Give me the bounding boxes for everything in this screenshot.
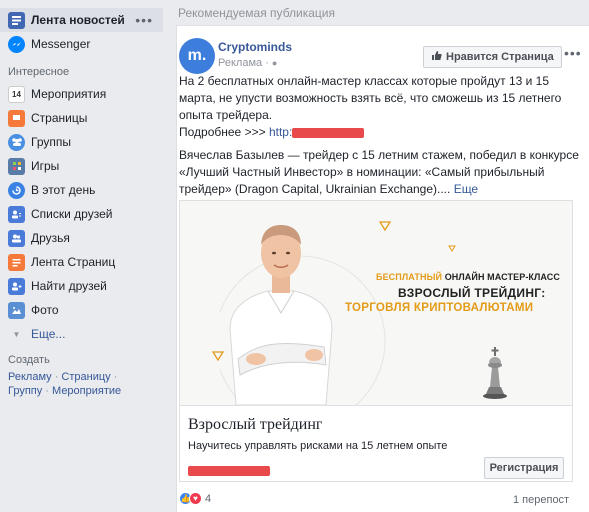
sidebar-item-label: Messenger [31, 37, 91, 51]
more-options-icon[interactable]: ••• [135, 12, 153, 28]
triangle-decoration-icon [379, 221, 391, 231]
sidebar-item-label: Фото [31, 303, 59, 317]
groups-icon [8, 133, 25, 151]
left-sidebar: Лента новостей ••• Messenger Интересное … [0, 0, 163, 512]
chess-king-icon [483, 347, 507, 399]
messenger-icon [8, 35, 25, 53]
sidebar-item-label: Лента Страниц [31, 255, 116, 269]
promo-subtitle: ТОРГОВЛЯ КРИПТОВАЛЮТАМИ [345, 302, 534, 314]
section-title-interesting: Интересное [8, 66, 70, 78]
find-friends-icon [8, 277, 25, 295]
sidebar-item-label: Лента новостей [31, 13, 125, 27]
card-title[interactable]: Взрослый трейдинг [188, 416, 322, 434]
chevron-down-icon: ▼ [12, 329, 21, 339]
reactions-summary[interactable]: 👍 ♥ 4 [179, 492, 211, 505]
post-link[interactable]: http: [268, 125, 365, 139]
like-page-label: Нравится Страница [446, 51, 554, 63]
card-description: Научитесь управлять рисками на 15 летнем… [188, 440, 448, 452]
sidebar-item-label: Страницы [31, 111, 88, 125]
sidebar-item-more[interactable]: ▼ Еще... [0, 322, 163, 346]
news-feed-icon [8, 11, 25, 29]
promo-image[interactable]: БЕСПЛАТНЫЙ ОНЛАЙН МАСТЕР-КЛАСС ВЗРОСЛЫЙ … [180, 201, 572, 405]
on-this-day-icon [8, 181, 25, 199]
photo-icon [8, 301, 25, 319]
card-info: Взрослый трейдинг Научитесь управлять ри… [180, 405, 572, 481]
friends-icon [8, 229, 25, 247]
promo-free-orange: БЕСПЛАТНЫЙ [376, 272, 443, 282]
feed-header: Рекомендуемая публикация [176, 0, 589, 26]
see-more-link[interactable]: Еще [454, 182, 478, 196]
sidebar-item-label: Списки друзей [31, 207, 113, 221]
calendar-icon: 14 [8, 85, 25, 103]
create-group-link[interactable]: Группу [8, 385, 42, 397]
sidebar-item-label: Мероприятия [31, 87, 107, 101]
create-page-link[interactable]: Страницу [61, 371, 110, 383]
create-links: Рекламу · Страницу · Группу · Мероприяти… [8, 371, 122, 397]
sidebar-item-label: Друзья [31, 231, 70, 245]
post-text-1-body: На 2 бесплатных онлайн-мастер классах ко… [179, 74, 562, 122]
register-button[interactable]: Регистрация [484, 457, 564, 479]
sidebar-item-messenger[interactable]: Messenger [0, 32, 163, 56]
sponsored-label: Реклама · ● [218, 57, 277, 69]
sidebar-item-on-this-day[interactable]: В этот день [0, 178, 163, 202]
page-avatar[interactable]: m. [179, 38, 215, 74]
sidebar-item-label: Игры [31, 159, 60, 173]
post-options-icon[interactable]: ••• [564, 45, 582, 61]
redacted-domain [188, 463, 270, 477]
sponsored-text: Реклама · [218, 57, 272, 69]
news-feed: Рекомендуемая публикация m. Cryptominds … [176, 0, 589, 512]
more-prefix: Подробнее >>> [179, 125, 269, 139]
reaction-count: 4 [205, 492, 212, 505]
flag-icon [8, 109, 25, 127]
promo-free-label: БЕСПЛАТНЫЙ ОНЛАЙН МАСТЕР-КЛАСС [376, 272, 560, 282]
sidebar-item-find-friends[interactable]: Найти друзей [0, 274, 163, 298]
sponsored-post: m. Cryptominds Реклама · ● Нравится Стра… [176, 26, 589, 512]
games-icon [8, 157, 25, 175]
sidebar-item-friends[interactable]: Друзья [0, 226, 163, 250]
like-page-button[interactable]: Нравится Страница [423, 46, 562, 68]
post-text-1: На 2 бесплатных онлайн-мастер классах ко… [179, 73, 579, 141]
love-reaction-icon: ♥ [189, 492, 202, 505]
sidebar-item-groups[interactable]: Группы [0, 130, 163, 154]
create-ad-link[interactable]: Рекламу [8, 371, 52, 383]
sidebar-item-news-feed[interactable]: Лента новостей ••• [0, 8, 163, 32]
triangle-decoration-icon [448, 245, 456, 252]
link-attachment-card[interactable]: БЕСПЛАТНЫЙ ОНЛАЙН МАСТЕР-КЛАСС ВЗРОСЛЫЙ … [179, 200, 573, 482]
sidebar-item-label: Группы [31, 135, 71, 149]
post-link-prefix: http: [268, 125, 293, 139]
sidebar-item-events[interactable]: 14 Мероприятия [0, 82, 163, 106]
sidebar-item-pages-feed[interactable]: Лента Страниц [0, 250, 163, 274]
pages-feed-icon [8, 253, 25, 271]
post-text-2-body: Вячеслав Базылев — трейдер с 15 летним с… [179, 148, 579, 196]
promo-free-rest: ОНЛАЙН МАСТЕР-КЛАСС [442, 272, 561, 282]
friend-lists-icon [8, 205, 25, 223]
sidebar-item-friend-lists[interactable]: Списки друзей [0, 202, 163, 226]
redacted-url [292, 127, 365, 138]
sidebar-item-pages[interactable]: Страницы [0, 106, 163, 130]
sidebar-item-games[interactable]: Игры [0, 154, 163, 178]
globe-icon: ● [271, 58, 278, 68]
sidebar-item-label: В этот день [31, 183, 96, 197]
promo-title: ВЗРОСЛЫЙ ТРЕЙДИНГ: [398, 286, 546, 300]
shares-count[interactable]: 1 перепост [513, 494, 569, 506]
speaker-photo [229, 225, 333, 405]
post-text-2: Вячеслав Базылев — трейдер с 15 летним с… [179, 147, 579, 198]
create-event-link[interactable]: Мероприятие [52, 385, 121, 397]
section-title-create: Создать [8, 354, 50, 366]
thumbs-up-icon [431, 50, 442, 64]
sidebar-more-label: Еще... [31, 327, 66, 341]
post-header: m. Cryptominds Реклама · ● Нравится Стра… [177, 38, 589, 78]
sidebar-item-photo[interactable]: Фото [0, 298, 163, 322]
page-name-link[interactable]: Cryptominds [218, 40, 292, 54]
sidebar-item-label: Найти друзей [31, 279, 107, 293]
